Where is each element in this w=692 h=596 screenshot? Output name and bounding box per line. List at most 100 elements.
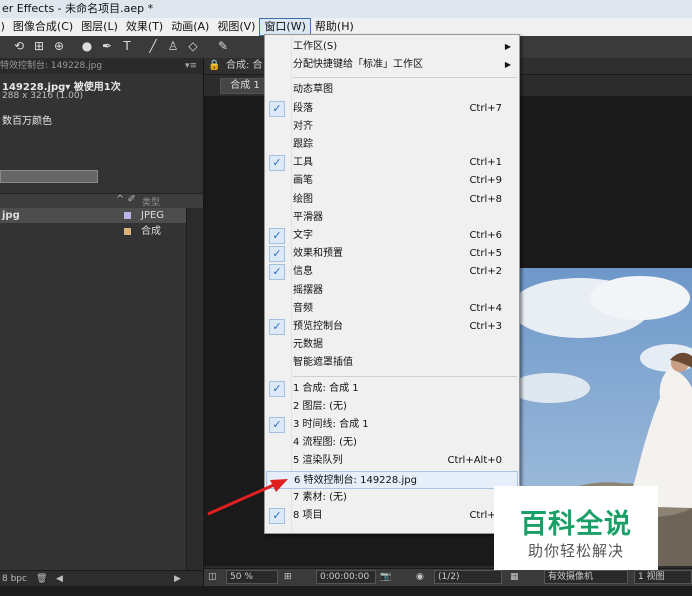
window-menu-item[interactable]: ✓ 3 时间线: 合成 1: [266, 416, 518, 434]
pan-behind-tool-icon[interactable]: ⊕: [52, 39, 66, 53]
brush-tool-icon[interactable]: ╱: [146, 39, 160, 53]
window-menu-item[interactable]: ✓ 信息 Ctrl+2: [266, 263, 518, 281]
checkmark-icon: ✓: [269, 319, 285, 335]
color-channel-icon[interactable]: ◉: [416, 569, 424, 585]
clone-stamp-tool-icon[interactable]: ♙: [166, 39, 180, 53]
menu-separator: [293, 375, 517, 377]
window-menu-item[interactable]: 绘图 Ctrl+8: [266, 191, 518, 209]
window-menu-item[interactable]: 元数据: [266, 336, 518, 354]
mask-tool-icon[interactable]: ●: [80, 39, 94, 53]
label-color-swatch[interactable]: [124, 228, 131, 235]
window-menu-item[interactable]: 2 图层: (无): [266, 398, 518, 416]
bit-depth-button[interactable]: 8 bpc: [2, 571, 27, 587]
menu-item-label: 6 特效控制台: 149228.jpg: [294, 474, 417, 486]
trash-icon[interactable]: 🗑: [36, 571, 47, 587]
menu-layer[interactable]: 图层(L): [77, 18, 122, 36]
menu-item-shortcut: Ctrl+Alt+0: [447, 455, 502, 467]
status-bar: [0, 586, 692, 596]
window-menu-item[interactable]: ✓ 段落 Ctrl+7: [266, 100, 518, 118]
window-menu-dropdown: 工作区(S) ▶ 分配快捷键给「标准」工作区 ▶ 动态草图 ✓ 段落 Ctrl+7 对齐 跟踪 ✓ 工…: [264, 34, 520, 534]
snapshot-icon[interactable]: 📷: [380, 569, 391, 585]
footage-dimensions: 288 x 3216 (1.00): [2, 91, 84, 101]
project-footer: 8 bpc 🗑 ◀ ▶: [0, 570, 203, 587]
zoom-select[interactable]: 50 %: [226, 570, 278, 584]
composition-tab-label: 合成: 合: [226, 60, 263, 71]
menu-item-label: 平滑器: [293, 211, 323, 223]
menu-item-label: 工具: [293, 157, 313, 169]
menu-view[interactable]: 视图(V): [213, 18, 259, 36]
window-menu-item[interactable]: 画笔 Ctrl+9: [266, 172, 518, 190]
type-tool-icon[interactable]: T: [120, 39, 134, 53]
window-menu-item[interactable]: 平滑器: [266, 209, 518, 227]
footage-color-info: 数百万颜色: [2, 116, 52, 127]
label-color-swatch[interactable]: [124, 212, 131, 219]
window-menu-item[interactable]: 音频 Ctrl+4: [266, 300, 518, 318]
window-menu-item[interactable]: 工作区(S) ▶: [266, 38, 518, 56]
panel-menu-icon[interactable]: ▾≡: [185, 58, 197, 74]
effect-controls-tab-label: 特效控制台: 149228.jpg: [0, 61, 103, 71]
submenu-arrow-icon: ▶: [504, 42, 511, 51]
menu-file[interactable]: 文件(F): [0, 18, 9, 36]
menu-item-label: 绘图: [293, 193, 313, 205]
window-menu-item[interactable]: ✓ 文字 Ctrl+6: [266, 227, 518, 245]
menu-item-label: 工作区(S): [293, 41, 338, 52]
menu-item-label: 段落: [293, 102, 313, 114]
effect-controls-tab[interactable]: 特效控制台: 149228.jpg ▾≡: [0, 58, 203, 74]
window-menu-item[interactable]: ✓ 工具 Ctrl+1: [266, 154, 518, 172]
scroll-right-icon[interactable]: ▶: [174, 571, 181, 587]
menu-composition[interactable]: 图像合成(C): [9, 18, 77, 36]
menu-item-label: 元数据: [293, 339, 323, 351]
project-item-jpeg[interactable]: jpg JPEG: [0, 208, 186, 223]
menu-item-label: 4 流程图: (无): [293, 437, 357, 449]
menu-item-shortcut: Ctrl+3: [469, 321, 502, 332]
window-menu-item[interactable]: 4 流程图: (无): [266, 434, 518, 452]
menu-item-label: 1 合成: 合成 1: [293, 382, 359, 394]
window-menu-item[interactable]: 6 特效控制台: 149228.jpg: [266, 470, 518, 489]
menu-item-label: 预览控制台: [293, 321, 343, 332]
active-camera-select[interactable]: 有效摄像机: [544, 570, 628, 584]
region-of-interest-icon[interactable]: ◫: [208, 569, 217, 585]
window-menu-item[interactable]: 智能遮罩插值: [266, 354, 518, 372]
transparency-grid-icon[interactable]: ▦: [510, 569, 519, 585]
window-menu-item[interactable]: ✓ 预览控制台 Ctrl+3: [266, 318, 518, 336]
lock-icon[interactable]: 🔒: [208, 58, 220, 74]
menu-item-label: 对齐: [293, 120, 313, 132]
timecode-field[interactable]: 0:00:00:00: [316, 570, 376, 584]
window-menu-item[interactable]: 动态草图: [266, 81, 518, 99]
type-column-header[interactable]: 类型: [142, 195, 160, 208]
pen-tool-icon[interactable]: ✒: [100, 39, 114, 53]
eraser-tool-icon[interactable]: ◇: [186, 39, 200, 53]
window-menu-item[interactable]: 跟踪: [266, 136, 518, 154]
menu-effect[interactable]: 效果(T): [122, 18, 167, 36]
submenu-arrow-icon: ▶: [504, 60, 511, 70]
scroll-left-icon[interactable]: ◀: [56, 571, 63, 587]
rotate-tool-icon[interactable]: ⟲: [12, 39, 26, 53]
menu-item-shortcut: Ctrl+4: [469, 302, 502, 314]
menu-item-label: 跟踪: [293, 139, 313, 150]
project-item-type: JPEG: [141, 210, 165, 221]
window-menu-item[interactable]: ✓ 8 项目 Ctrl+0: [266, 507, 518, 525]
menu-item-shortcut: Ctrl+8: [469, 193, 502, 205]
window-menu-item[interactable]: 摇摆器: [266, 282, 518, 300]
window-menu-item[interactable]: 对齐: [266, 118, 518, 136]
window-menu-item[interactable]: ✓ 效果和预置 Ctrl+5: [266, 245, 518, 263]
composition-subtab[interactable]: 合成 1: [220, 78, 270, 94]
search-field[interactable]: [0, 170, 98, 183]
window-menu-item[interactable]: 7 素材: (无): [266, 489, 518, 507]
window-menu-item[interactable]: ✓ 1 合成: 合成 1: [266, 380, 518, 398]
project-scrollbar[interactable]: [186, 208, 202, 580]
left-panel: 特效控制台: 149228.jpg ▾≡ 149228.jpg▾ 被使用1次 2…: [0, 58, 204, 587]
window-menu-item[interactable]: 分配快捷键给「标准」工作区 ▶: [266, 56, 518, 74]
tag-icon[interactable]: ^ ✐: [116, 194, 136, 205]
checkmark-icon: ✓: [269, 155, 285, 172]
puppet-tool-icon[interactable]: ✎: [216, 39, 230, 53]
menu-item-label: 7 素材: (无): [293, 491, 347, 503]
resolution-select[interactable]: (1/2): [434, 570, 502, 584]
project-item-comp[interactable]: 合成: [0, 224, 186, 239]
window-menu-item[interactable]: 5 渲染队列 Ctrl+Alt+0: [266, 452, 518, 470]
view-layout-select[interactable]: 1 视图: [634, 570, 692, 584]
camera-tool-icon[interactable]: ⊞: [32, 39, 46, 53]
grid-icon[interactable]: ⊞: [284, 569, 292, 585]
menu-animation[interactable]: 动画(A): [167, 18, 213, 36]
menu-item-shortcut: Ctrl+7: [469, 102, 502, 114]
